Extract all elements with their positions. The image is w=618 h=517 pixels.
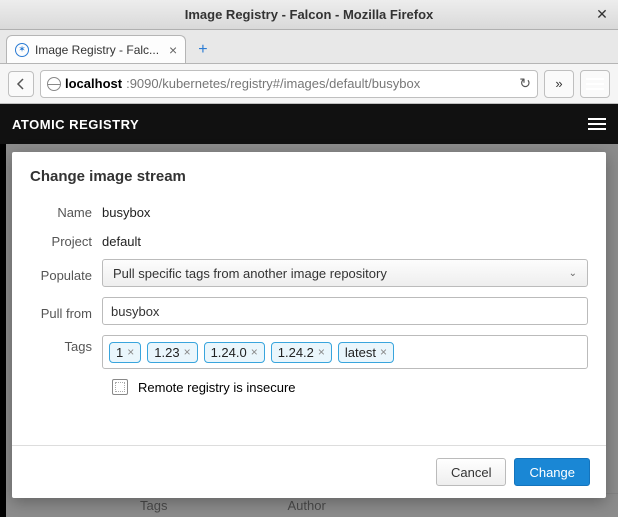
tag-label: 1 bbox=[116, 345, 123, 360]
cancel-button[interactable]: Cancel bbox=[436, 458, 506, 486]
insecure-checkbox[interactable] bbox=[112, 379, 128, 395]
back-arrow-icon bbox=[15, 78, 27, 90]
value-name: busybox bbox=[102, 201, 588, 220]
value-project: default bbox=[102, 230, 588, 249]
url-path: :9090/kubernetes/registry#/images/defaul… bbox=[126, 76, 420, 91]
change-button[interactable]: Change bbox=[514, 458, 590, 486]
app-header: ATOMIC REGISTRY bbox=[0, 104, 618, 144]
app-menu-button[interactable] bbox=[588, 118, 606, 130]
window-title: Image Registry - Falcon - Mozilla Firefo… bbox=[185, 7, 434, 22]
label-populate: Populate bbox=[30, 264, 102, 283]
chevron-down-icon: ⌄ bbox=[569, 268, 577, 279]
row-pull-from: Pull from bbox=[30, 297, 588, 325]
reload-button[interactable]: ↻ bbox=[519, 75, 531, 92]
tag-pill: 1× bbox=[109, 342, 141, 363]
tag-remove-icon[interactable]: × bbox=[184, 345, 191, 359]
tag-pill: latest × bbox=[338, 342, 394, 363]
tag-pill: 1.24.2 × bbox=[271, 342, 332, 363]
browser-menu-button[interactable] bbox=[580, 70, 610, 98]
row-populate: Populate Pull specific tags from another… bbox=[30, 259, 588, 287]
tab-favicon: ✶ bbox=[15, 43, 29, 57]
row-project: Project default bbox=[30, 230, 588, 249]
tag-remove-icon[interactable]: × bbox=[380, 345, 387, 359]
new-tab-button[interactable]: + bbox=[192, 37, 213, 63]
populate-selected-text: Pull specific tags from another image re… bbox=[113, 266, 387, 281]
tag-pill: 1.23 × bbox=[147, 342, 197, 363]
tag-label: 1.24.2 bbox=[278, 345, 314, 360]
dialog-title: Change image stream bbox=[12, 152, 606, 197]
tag-label: latest bbox=[345, 345, 376, 360]
window-titlebar: Image Registry - Falcon - Mozilla Firefo… bbox=[0, 0, 618, 30]
label-project: Project bbox=[30, 230, 102, 249]
label-name: Name bbox=[30, 201, 102, 220]
row-name: Name busybox bbox=[30, 201, 588, 220]
url-host: localhost bbox=[65, 76, 122, 91]
hamburger-icon bbox=[586, 78, 604, 90]
dialog-footer: Cancel Change bbox=[12, 445, 606, 486]
populate-select[interactable]: Pull specific tags from another image re… bbox=[102, 259, 588, 287]
tag-remove-icon[interactable]: × bbox=[318, 345, 325, 359]
row-tags: Tags 1×1.23×1.24.0×1.24.2×latest× bbox=[30, 335, 588, 369]
tag-label: 1.24.0 bbox=[211, 345, 247, 360]
globe-icon bbox=[47, 77, 61, 91]
tag-remove-icon[interactable]: × bbox=[127, 345, 134, 359]
browser-tabstrip: ✶ Image Registry - Falc... × + bbox=[0, 30, 618, 64]
app-brand: ATOMIC REGISTRY bbox=[12, 117, 139, 132]
label-pull-from: Pull from bbox=[30, 302, 102, 321]
tag-remove-icon[interactable]: × bbox=[251, 345, 258, 359]
change-image-stream-dialog: Change image stream Name busybox Project… bbox=[12, 152, 606, 498]
tags-input[interactable]: 1×1.23×1.24.0×1.24.2×latest× bbox=[102, 335, 588, 369]
browser-tab[interactable]: ✶ Image Registry - Falc... × bbox=[6, 35, 186, 63]
window-close-button[interactable]: ✕ bbox=[594, 6, 610, 22]
insecure-label: Remote registry is insecure bbox=[138, 380, 296, 395]
pull-from-input[interactable] bbox=[102, 297, 588, 325]
overflow-button[interactable]: » bbox=[544, 70, 574, 98]
tab-label: Image Registry - Falc... bbox=[35, 43, 159, 57]
browser-toolbar: localhost :9090/kubernetes/registry#/imag… bbox=[0, 64, 618, 104]
label-tags: Tags bbox=[30, 335, 102, 354]
back-button[interactable] bbox=[8, 71, 34, 97]
tag-label: 1.23 bbox=[154, 345, 179, 360]
url-bar[interactable]: localhost :9090/kubernetes/registry#/imag… bbox=[40, 70, 538, 98]
row-insecure: Remote registry is insecure bbox=[112, 379, 588, 395]
tag-pill: 1.24.0 × bbox=[204, 342, 265, 363]
tab-close-icon[interactable]: × bbox=[169, 42, 177, 58]
dialog-body: Name busybox Project default Populate Pu… bbox=[12, 197, 606, 395]
